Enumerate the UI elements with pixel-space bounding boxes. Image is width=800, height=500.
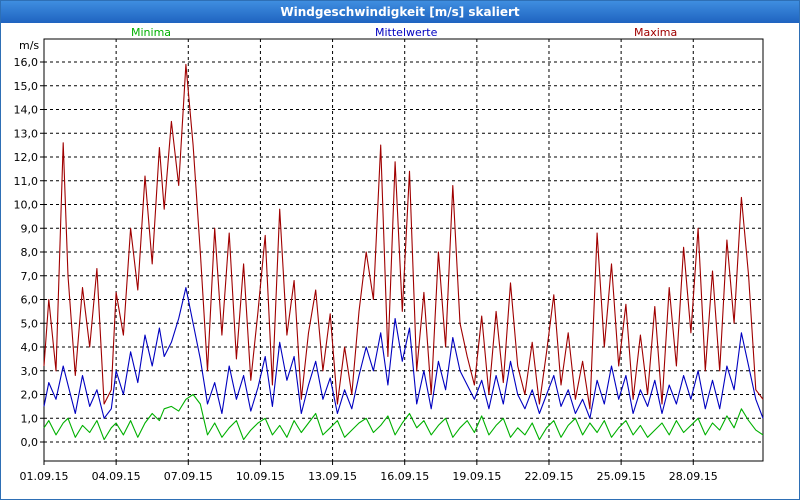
y-tick-label: 9,0 xyxy=(21,222,39,235)
x-tick-label: 19.09.15 xyxy=(452,470,501,483)
y-tick-label: 6,0 xyxy=(21,294,39,307)
y-tick-label: 13,0 xyxy=(14,127,39,140)
y-tick-label: 11,0 xyxy=(14,175,39,188)
y-tick-label: 10,0 xyxy=(14,199,39,212)
y-tick-label: 14,0 xyxy=(14,104,39,117)
x-tick-label: 10.09.15 xyxy=(236,470,285,483)
y-tick-label: 12,0 xyxy=(14,151,39,164)
x-tick-label: 16.09.15 xyxy=(380,470,429,483)
wind-speed-chart: 0,0 1,0 2,0 3,0 4,0 5,0 6,0 7,0 8,0 9,0 10,0 11,0 12… xyxy=(14,38,764,483)
x-tick-label: 04.09.15 xyxy=(92,470,141,483)
x-tick-label: 22.09.15 xyxy=(524,470,573,483)
y-tick-label: 0,0 xyxy=(21,436,39,449)
x-tick-label: 25.09.15 xyxy=(597,470,646,483)
x-tick-label: 28.09.15 xyxy=(669,470,718,483)
y-tick-label: 7,0 xyxy=(21,270,39,283)
y-tick-label: 3,0 xyxy=(21,365,39,378)
chart-window: Windgeschwindigkeit [m/s] skaliert Minim… xyxy=(0,0,800,500)
y-tick-label: 5,0 xyxy=(21,317,39,330)
x-tick-label: 01.09.15 xyxy=(20,470,69,483)
y-tick-label: 16,0 xyxy=(14,56,39,69)
x-tick-label: 07.09.15 xyxy=(164,470,213,483)
y-tick-label: 1,0 xyxy=(21,412,39,425)
y-tick-label: 4,0 xyxy=(21,341,39,354)
y-tick-label: 2,0 xyxy=(21,389,39,402)
y-tick-label: 15,0 xyxy=(14,80,39,93)
window-title: Windgeschwindigkeit [m/s] skaliert xyxy=(1,1,799,23)
y-tick-label: 8,0 xyxy=(21,246,39,259)
plot-area xyxy=(43,38,764,462)
x-tick-label: 13.09.15 xyxy=(308,470,357,483)
